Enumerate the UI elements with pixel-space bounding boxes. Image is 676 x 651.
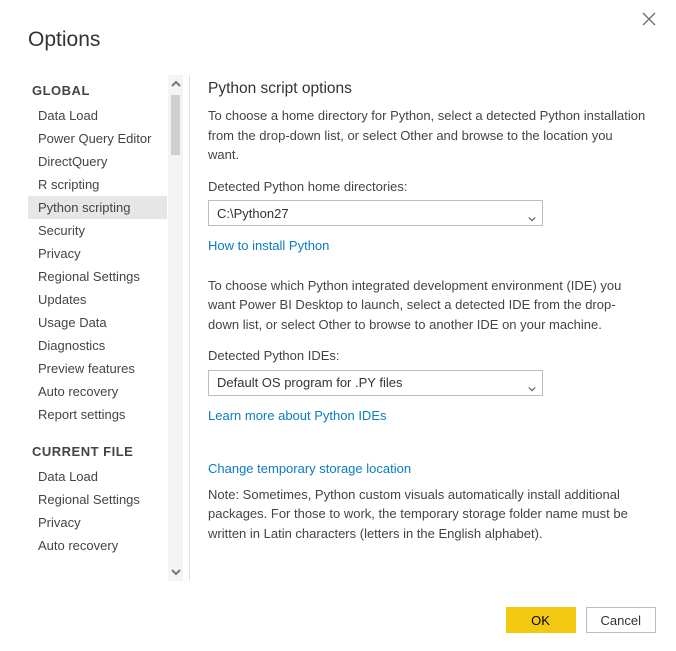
ide-dropdown[interactable]: Default OS program for .PY files [208, 370, 543, 396]
nav-item-python-scripting[interactable]: Python scripting [28, 196, 167, 219]
chevron-down-icon [528, 209, 536, 217]
content-pane: Python script options To choose a home d… [208, 75, 656, 581]
dialog-body: GLOBAL Data Load Power Query Editor Dire… [28, 75, 656, 581]
scrollbar-thumb[interactable] [171, 95, 180, 155]
nav-item-r-scripting[interactable]: R scripting [28, 173, 167, 196]
ide-intro-text: To choose which Python integrated develo… [208, 276, 646, 335]
nav-item-diagnostics[interactable]: Diagnostics [28, 334, 167, 357]
learn-ide-link[interactable]: Learn more about Python IDEs [208, 406, 387, 426]
cancel-button[interactable]: Cancel [586, 607, 656, 633]
dialog-footer: OK Cancel [506, 607, 656, 633]
nav-item-usage-data[interactable]: Usage Data [28, 311, 167, 334]
chevron-down-icon[interactable] [168, 563, 183, 581]
intro-text: To choose a home directory for Python, s… [208, 106, 646, 165]
nav-item-regional-settings[interactable]: Regional Settings [28, 265, 167, 288]
home-dir-value: C:\Python27 [217, 204, 289, 224]
nav-item-auto-recovery[interactable]: Auto recovery [28, 380, 167, 403]
ide-label: Detected Python IDEs: [208, 346, 646, 366]
change-storage-link[interactable]: Change temporary storage location [208, 459, 411, 479]
dialog-title: Options [28, 28, 100, 52]
nav-item-privacy[interactable]: Privacy [28, 242, 167, 265]
chevron-up-icon[interactable] [168, 75, 183, 93]
storage-note: Note: Sometimes, Python custom visuals a… [208, 485, 646, 544]
ide-value: Default OS program for .PY files [217, 373, 402, 393]
section-header-global: GLOBAL [28, 75, 167, 104]
nav-list: GLOBAL Data Load Power Query Editor Dire… [28, 75, 167, 581]
nav-item-security[interactable]: Security [28, 219, 167, 242]
nav-item-cf-data-load[interactable]: Data Load [28, 465, 167, 488]
nav-item-power-query-editor[interactable]: Power Query Editor [28, 127, 167, 150]
nav-item-cf-privacy[interactable]: Privacy [28, 511, 167, 534]
chevron-down-icon [528, 379, 536, 387]
section-header-current-file: CURRENT FILE [28, 436, 167, 465]
ok-button[interactable]: OK [506, 607, 576, 633]
home-dir-dropdown[interactable]: C:\Python27 [208, 200, 543, 226]
nav-item-directquery[interactable]: DirectQuery [28, 150, 167, 173]
nav-item-preview-features[interactable]: Preview features [28, 357, 167, 380]
close-icon[interactable] [642, 12, 658, 28]
sidebar-scrollbar[interactable] [167, 75, 183, 581]
nav-item-cf-auto-recovery[interactable]: Auto recovery [28, 534, 167, 557]
nav-item-report-settings[interactable]: Report settings [28, 403, 167, 426]
sidebar: GLOBAL Data Load Power Query Editor Dire… [28, 75, 183, 581]
vertical-divider [189, 75, 190, 581]
nav-item-data-load[interactable]: Data Load [28, 104, 167, 127]
install-python-link[interactable]: How to install Python [208, 236, 329, 256]
home-dir-label: Detected Python home directories: [208, 177, 646, 197]
nav-item-cf-regional-settings[interactable]: Regional Settings [28, 488, 167, 511]
nav-item-updates[interactable]: Updates [28, 288, 167, 311]
content-heading: Python script options [208, 77, 646, 100]
